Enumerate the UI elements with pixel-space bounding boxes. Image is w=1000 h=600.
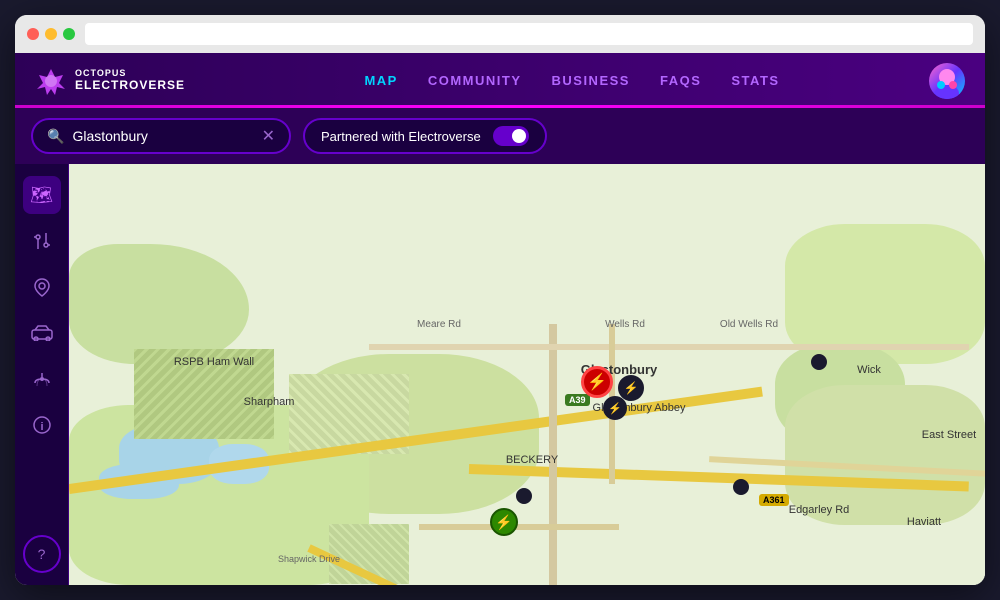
charging-marker-green-1[interactable]: ⚡ <box>490 508 518 536</box>
road-e-w-2 <box>419 524 619 530</box>
sidebar-btn-filters[interactable] <box>23 222 61 260</box>
logo-text: octopus ELECTROVERSE <box>75 69 185 92</box>
farmland-2 <box>134 349 274 439</box>
search-input[interactable]: Glastonbury <box>72 128 253 144</box>
search-clear-button[interactable]: ✕ <box>262 126 275 146</box>
sidebar-btn-location[interactable] <box>23 268 61 306</box>
road-label-a361: A361 <box>759 494 789 506</box>
marker-small-1[interactable] <box>516 488 532 504</box>
sidebar-btn-broadcast[interactable] <box>23 360 61 398</box>
sidebar: 🗺 i ? <box>15 164 69 585</box>
browser-chrome <box>15 15 985 53</box>
marker-small-2[interactable] <box>733 479 749 495</box>
top-navigation: octopus ELECTROVERSE MAP COMMUNITY BUSIN… <box>15 53 985 108</box>
nav-link-business[interactable]: BUSINESS <box>552 69 630 92</box>
nav-link-stats[interactable]: STATS <box>731 69 779 92</box>
dot-red[interactable] <box>27 28 39 40</box>
charging-marker-dark-2[interactable]: ⚡ <box>603 396 627 420</box>
toggle-switch[interactable] <box>493 126 529 146</box>
main-content: 🗺 i ? <box>15 164 985 585</box>
nav-link-map[interactable]: MAP <box>364 69 397 92</box>
svg-text:i: i <box>40 421 43 433</box>
dot-green[interactable] <box>63 28 75 40</box>
sidebar-btn-vehicle[interactable] <box>23 314 61 352</box>
charging-marker-main[interactable]: ⚡ <box>581 366 613 398</box>
browser-dots <box>27 28 75 40</box>
nav-link-faqs[interactable]: FAQS <box>660 69 701 92</box>
nav-link-community[interactable]: COMMUNITY <box>428 69 522 92</box>
logo-area: octopus ELECTROVERSE <box>35 65 185 97</box>
marker-small-4[interactable] <box>811 354 827 370</box>
road-label-a39: A39 <box>565 394 590 406</box>
address-bar[interactable] <box>85 23 973 45</box>
help-label: ? <box>38 546 46 562</box>
nav-links: MAP COMMUNITY BUSINESS FAQS STATS <box>215 69 929 92</box>
road-e-w-1 <box>369 344 969 350</box>
sidebar-help-button[interactable]: ? <box>23 535 61 573</box>
filter-label: Partnered with Electroverse <box>321 129 481 144</box>
octopus-logo-icon <box>35 65 67 97</box>
map-container[interactable]: RSPB Ham Wall Sharpham Glastonbury Glast… <box>69 164 985 585</box>
sidebar-btn-map[interactable]: 🗺 <box>23 176 61 214</box>
charging-marker-dark-1[interactable]: ⚡ <box>618 375 644 401</box>
partner-filter-toggle[interactable]: Partnered with Electroverse <box>303 118 547 154</box>
user-avatar[interactable] <box>929 63 965 99</box>
dot-yellow[interactable] <box>45 28 57 40</box>
logo-electroverse: ELECTROVERSE <box>75 79 185 92</box>
green-area-3 <box>785 224 985 364</box>
road-n-s-1 <box>549 324 557 585</box>
sidebar-btn-info[interactable]: i <box>23 406 61 444</box>
browser-window: octopus ELECTROVERSE MAP COMMUNITY BUSIN… <box>15 15 985 585</box>
search-box[interactable]: 🔍 Glastonbury ✕ <box>31 118 291 154</box>
search-area: 🔍 Glastonbury ✕ Partnered with Electrove… <box>15 108 985 164</box>
app-container: octopus ELECTROVERSE MAP COMMUNITY BUSIN… <box>15 53 985 585</box>
search-icon: 🔍 <box>47 128 64 145</box>
green-area-6 <box>785 385 985 525</box>
